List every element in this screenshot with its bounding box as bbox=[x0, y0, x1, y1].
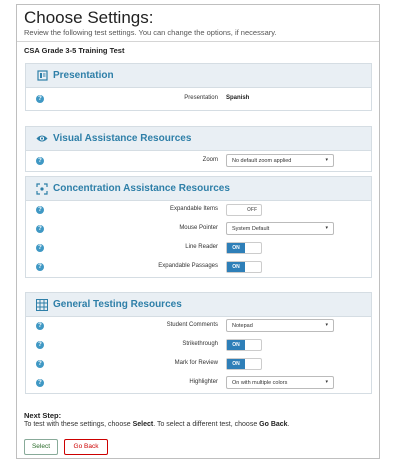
setting-row-mark-for-review: ? Mark for Review ON bbox=[26, 355, 371, 374]
go-back-button[interactable]: Go Back bbox=[64, 439, 108, 455]
toggle-state: ON bbox=[227, 243, 245, 253]
next-step-footer: Next Step: To test with these settings, … bbox=[24, 411, 374, 455]
expandable-passages-toggle[interactable]: ON bbox=[226, 261, 262, 273]
setting-value: Spanish bbox=[226, 95, 250, 101]
mark-for-review-toggle[interactable]: ON bbox=[226, 358, 262, 370]
chevron-down-icon: ▾ bbox=[325, 379, 328, 385]
chevron-down-icon: ▾ bbox=[325, 225, 328, 231]
setting-row-expandable-items: ? Expandable Items OFF bbox=[26, 201, 371, 220]
section-general-testing: General Testing Resources ? Student Comm… bbox=[25, 292, 372, 394]
section-presentation: Presentation ? Presentation Spanish bbox=[25, 63, 372, 111]
info-icon[interactable]: ? bbox=[36, 360, 44, 368]
next-text-part: . To select a different test, choose bbox=[153, 421, 260, 428]
setting-row-mouse-pointer: ? Mouse Pointer System Default ▾ bbox=[26, 220, 371, 239]
grid-icon bbox=[36, 298, 48, 311]
toggle-state: ON bbox=[227, 359, 245, 369]
expandable-items-toggle[interactable]: OFF bbox=[226, 204, 262, 216]
section-title: General Testing Resources bbox=[53, 299, 182, 310]
setting-label: Highlighter bbox=[189, 379, 218, 385]
next-back-word: Go Back bbox=[259, 421, 288, 428]
settings-page: Choose Settings: Review the following te… bbox=[16, 4, 380, 459]
info-icon[interactable]: ? bbox=[36, 341, 44, 349]
select-value: Notepad bbox=[232, 323, 253, 329]
section-title: Presentation bbox=[53, 70, 114, 81]
presentation-icon bbox=[36, 70, 48, 82]
section-title: Visual Assistance Resources bbox=[53, 133, 192, 144]
setting-label: Expandable Items bbox=[169, 206, 218, 212]
setting-row-line-reader: ? Line Reader ON bbox=[26, 239, 371, 258]
section-concentration-assistance: Concentration Assistance Resources ? Exp… bbox=[25, 176, 372, 278]
line-reader-toggle[interactable]: ON bbox=[226, 242, 262, 254]
info-icon[interactable]: ? bbox=[36, 95, 44, 103]
setting-label: Mark for Review bbox=[174, 360, 218, 366]
next-text-part: . bbox=[287, 421, 290, 428]
setting-row-zoom: ? Zoom No default zoom applied ▾ bbox=[26, 151, 371, 171]
setting-label: Mouse Pointer bbox=[179, 225, 218, 231]
select-value: No default zoom applied bbox=[232, 158, 292, 164]
info-icon[interactable]: ? bbox=[36, 225, 44, 233]
section-header: General Testing Resources bbox=[26, 293, 371, 317]
chevron-down-icon: ▾ bbox=[325, 322, 328, 328]
next-select-word: Select bbox=[132, 421, 154, 428]
focus-icon bbox=[36, 182, 48, 195]
test-name: CSA Grade 3-5 Training Test bbox=[24, 46, 125, 55]
section-header: Presentation bbox=[26, 64, 371, 88]
setting-row-strikethrough: ? Strikethrough ON bbox=[26, 336, 371, 355]
section-title: Concentration Assistance Resources bbox=[53, 183, 230, 194]
page-title: Choose Settings: bbox=[24, 8, 154, 27]
mouse-pointer-select[interactable]: System Default ▾ bbox=[226, 222, 334, 235]
section-header: Visual Assistance Resources bbox=[26, 127, 371, 151]
info-icon[interactable]: ? bbox=[36, 244, 44, 252]
setting-label: Student Comments bbox=[166, 322, 218, 328]
setting-row-expandable-passages: ? Expandable Passages ON bbox=[26, 258, 371, 277]
info-icon[interactable]: ? bbox=[36, 157, 44, 165]
toggle-state: ON bbox=[227, 340, 245, 350]
page-subtitle: Review the following test settings. You … bbox=[24, 28, 277, 37]
eye-icon bbox=[36, 133, 48, 145]
info-icon[interactable]: ? bbox=[36, 263, 44, 271]
setting-label: Line Reader bbox=[185, 244, 218, 250]
setting-row-student-comments: ? Student Comments Notepad ▾ bbox=[26, 317, 371, 336]
next-step-title: Next Step: bbox=[24, 411, 62, 420]
page-header: Choose Settings: Review the following te… bbox=[17, 5, 379, 38]
setting-label: Zoom bbox=[202, 157, 218, 163]
toggle-state: OFF bbox=[247, 207, 257, 213]
next-step-instructions: To test with these settings, choose Sele… bbox=[24, 421, 374, 428]
info-icon[interactable]: ? bbox=[36, 206, 44, 214]
select-value: System Default bbox=[232, 226, 270, 232]
student-comments-select[interactable]: Notepad ▾ bbox=[226, 319, 334, 332]
highlighter-select[interactable]: On with multiple colors ▾ bbox=[226, 376, 334, 389]
setting-row-presentation: ? Presentation Spanish bbox=[26, 88, 371, 110]
select-button[interactable]: Select bbox=[24, 439, 58, 455]
toggle-state: ON bbox=[227, 262, 245, 272]
section-visual-assistance: Visual Assistance Resources ? Zoom No de… bbox=[25, 126, 372, 172]
strikethrough-toggle[interactable]: ON bbox=[226, 339, 262, 351]
setting-label: Presentation bbox=[184, 95, 218, 101]
setting-label: Strikethrough bbox=[182, 341, 218, 347]
info-icon[interactable]: ? bbox=[36, 322, 44, 330]
select-value: On with multiple colors bbox=[232, 380, 288, 386]
setting-row-highlighter: ? Highlighter On with multiple colors ▾ bbox=[26, 374, 371, 393]
section-header: Concentration Assistance Resources bbox=[26, 177, 371, 201]
zoom-select[interactable]: No default zoom applied ▾ bbox=[226, 154, 334, 167]
info-icon[interactable]: ? bbox=[36, 379, 44, 387]
chevron-down-icon: ▾ bbox=[325, 157, 328, 163]
setting-label: Expandable Passages bbox=[158, 263, 218, 269]
next-text-part: To test with these settings, choose bbox=[24, 421, 133, 428]
